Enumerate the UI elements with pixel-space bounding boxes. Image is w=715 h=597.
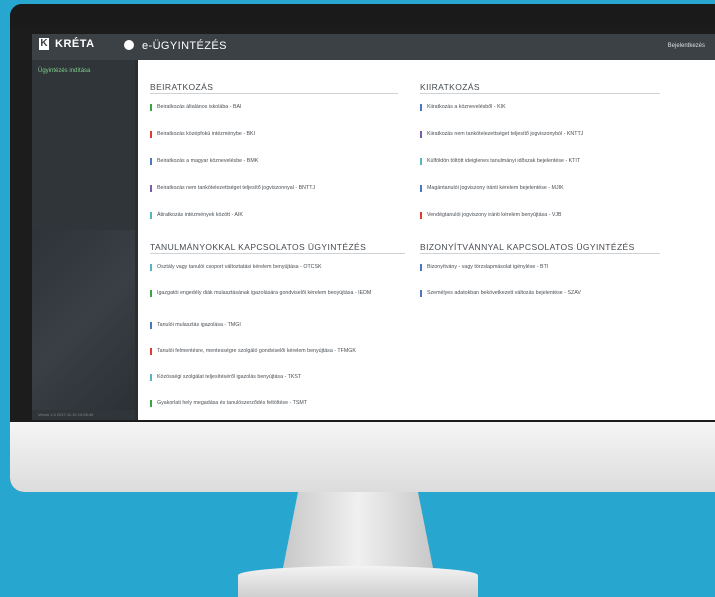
list-item-bai[interactable]: Beiratkozás általános iskolába - BAI	[150, 104, 400, 111]
version-label: Verzió 1.0 2017.11.10 19:28:45	[38, 412, 94, 417]
list-item-szav[interactable]: Személyes adatokban bekövetkezett változ…	[420, 290, 660, 297]
app-logo[interactable]: K KRÉTA	[39, 38, 95, 50]
sidebar-background-image	[32, 230, 135, 410]
list-item-bmk[interactable]: Beiratkozás a magyar köznevelésbe - BMK	[150, 158, 400, 165]
page-title: e-ÜGYINTÉZÉS	[142, 40, 227, 52]
login-link[interactable]: Bejelentkezés	[668, 43, 705, 49]
list-item-aik[interactable]: Átiratkozás intézmények között - AIK	[150, 212, 400, 219]
list-item-tkst[interactable]: Közösségi szolgálat teljesítéséről igazo…	[150, 374, 408, 381]
kreta-logo-icon: K	[39, 38, 49, 50]
screen: K KRÉTA e-ÜGYINTÉZÉS Bejelentkezés Ügyin…	[32, 34, 715, 420]
list-item-tmgi[interactable]: Tanulói mulasztás igazolása - TMGI	[150, 322, 408, 329]
app-name: KRÉTA	[55, 38, 95, 50]
list-item-ktit[interactable]: Külföldön töltött ideiglenes tanulmányi …	[420, 158, 660, 165]
monitor-bezel	[10, 4, 715, 28]
sidebar: Ügyintézés indítása Verzió 1.0 2017.11.1…	[32, 60, 135, 420]
main-content: BEIRATKOZÁS Beiratkozás általános iskolá…	[138, 60, 715, 420]
list-item-otcsk[interactable]: Osztály vagy tanulói csoport változtatás…	[150, 264, 408, 271]
section-title-beiratkozas: BEIRATKOZÁS	[150, 82, 214, 92]
sidebar-item-start[interactable]: Ügyintézés indítása	[38, 68, 90, 74]
section-title-kiiratkozas: KIIRATKOZÁS	[420, 82, 480, 92]
monitor: K KRÉTA e-ÜGYINTÉZÉS Bejelentkezés Ügyin…	[10, 4, 715, 492]
list-item-tfmgk[interactable]: Tanulói felmentésre, mentességre szolgál…	[150, 348, 408, 355]
list-item-kik[interactable]: Kiiratkozás a köznevelésből - KIK	[420, 104, 660, 111]
list-item-bnttj[interactable]: Beiratkozás nem tankötelezettséget telje…	[150, 185, 400, 192]
section-title-tanulmanyok: TANULMÁNYOKKAL KAPCSOLATOS ÜGYINTÉZÉS	[150, 242, 367, 252]
list-item-vjb[interactable]: Vendégtanulói jogviszony iránti kérelem …	[420, 212, 660, 219]
list-item-knttj[interactable]: Kiiratkozás nem tankötelezettséget telje…	[420, 131, 660, 138]
list-item-tsmt[interactable]: Gyakorlati hely megadása és tanulószerző…	[150, 400, 408, 407]
monitor-stand	[283, 492, 433, 568]
monitor-chin	[10, 422, 715, 492]
list-item-bti[interactable]: Bizonyítvány - vagy törzslapmásolat igén…	[420, 264, 660, 271]
list-item-mjik[interactable]: Magántanulói jogviszony iránti kérelem b…	[420, 185, 660, 192]
section-title-bizonyitvany: BIZONYÍTVÁNNYAL KAPCSOLATOS ÜGYINTÉZÉS	[420, 242, 635, 252]
section-divider	[420, 93, 660, 94]
menu-toggle-icon[interactable]	[124, 40, 134, 50]
section-divider	[150, 93, 398, 94]
list-item-bki[interactable]: Beiratkozás középfokú intézménybe - BKI	[150, 131, 400, 138]
section-divider	[420, 253, 660, 254]
list-item-iedm[interactable]: Igazgatói engedély diák mulasztásának ig…	[150, 290, 408, 297]
top-navigation-bar: K KRÉTA e-ÜGYINTÉZÉS Bejelentkezés	[32, 34, 715, 60]
section-divider	[150, 253, 405, 254]
monitor-stand-base	[238, 566, 478, 597]
